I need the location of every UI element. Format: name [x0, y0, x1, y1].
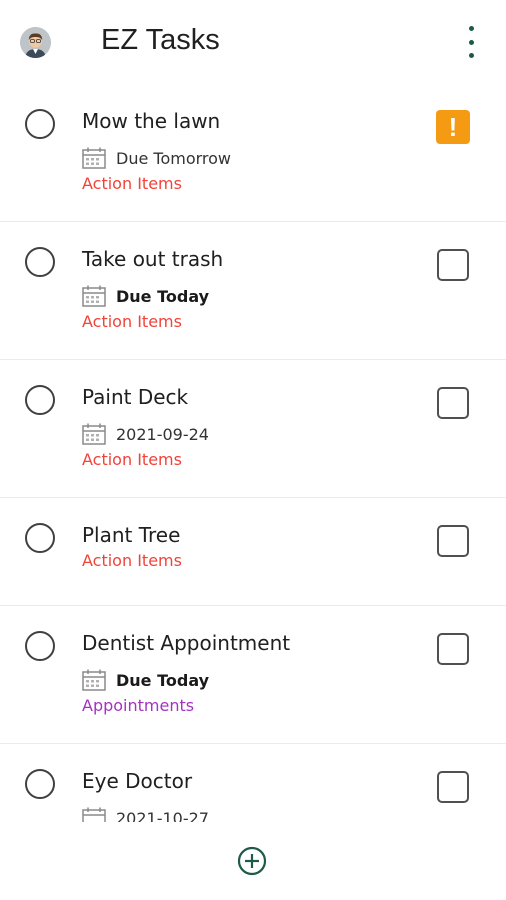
task-title: Mow the lawn: [82, 109, 221, 133]
due-date: Due Today: [82, 285, 209, 307]
task-row[interactable]: Take out trash Due Today Action Items: [0, 222, 506, 360]
complete-task-checkbox[interactable]: [25, 247, 55, 277]
task-title: Take out trash: [82, 247, 224, 271]
calendar-icon: [82, 807, 106, 822]
task-row[interactable]: Mow the lawn Due Tomorrow Action Items !: [0, 84, 506, 222]
menu-dot: [468, 53, 474, 58]
category-label: Action Items: [82, 450, 182, 469]
task-row[interactable]: Eye Doctor 2021-10-27: [0, 744, 506, 822]
task-title: Dentist Appointment: [82, 631, 291, 655]
task-row[interactable]: Plant Tree Action Items: [0, 498, 506, 606]
task-title: Paint Deck: [82, 385, 189, 409]
complete-task-checkbox[interactable]: [25, 109, 55, 139]
priority-flag-icon[interactable]: !: [436, 110, 470, 144]
calendar-icon: [82, 147, 106, 169]
calendar-icon: [82, 285, 106, 307]
priority-toggle[interactable]: [437, 249, 469, 281]
calendar-icon: [82, 423, 106, 445]
category-label: Action Items: [82, 312, 182, 331]
app-title: EZ Tasks: [101, 24, 220, 56]
category-label: Appointments: [82, 696, 195, 715]
due-label: 2021-09-24: [116, 424, 209, 444]
due-label: Due Tomorrow: [116, 148, 232, 168]
category-label: Action Items: [82, 551, 182, 570]
due-label: 2021-10-27: [116, 808, 209, 823]
due-date: 2021-09-24: [82, 423, 209, 445]
task-title: Plant Tree: [82, 523, 181, 547]
bottom-bar: [0, 822, 506, 900]
menu-dot: [468, 39, 474, 45]
priority-toggle[interactable]: [437, 525, 469, 557]
add-circle-icon[interactable]: [237, 846, 267, 876]
priority-toggle[interactable]: [437, 771, 469, 803]
due-date: Due Tomorrow: [82, 147, 231, 169]
task-row[interactable]: Paint Deck 2021-09-24 Action Items: [0, 360, 506, 498]
due-label: Due Today: [116, 670, 210, 690]
due-label: Due Today: [116, 286, 210, 306]
priority-toggle[interactable]: [437, 387, 469, 419]
complete-task-checkbox[interactable]: [25, 631, 55, 661]
priority-toggle[interactable]: [437, 633, 469, 665]
complete-task-checkbox[interactable]: [25, 385, 55, 415]
task-title: Eye Doctor: [82, 769, 193, 793]
due-date: Due Today: [82, 669, 209, 691]
menu-dot: [468, 26, 474, 31]
calendar-icon: [82, 669, 106, 691]
app-bar: EZ Tasks: [0, 0, 506, 84]
user-avatar-icon[interactable]: [20, 27, 51, 58]
task-row[interactable]: Dentist Appointment Due Today Appointmen…: [0, 606, 506, 744]
due-date: 2021-10-27: [82, 807, 209, 822]
complete-task-checkbox[interactable]: [25, 523, 55, 553]
task-list: Mow the lawn Due Tomorrow Action Items !…: [0, 84, 506, 822]
more-vert-icon[interactable]: [459, 26, 483, 58]
complete-task-checkbox[interactable]: [25, 769, 55, 799]
category-label: Action Items: [82, 174, 182, 193]
